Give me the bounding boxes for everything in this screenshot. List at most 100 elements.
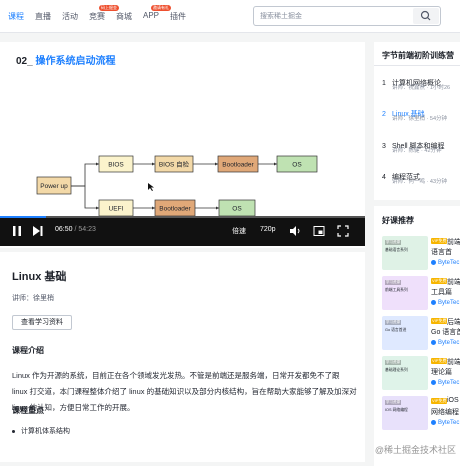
nav-item-course[interactable]: 课程	[8, 11, 24, 22]
video-player[interactable]: Power up BIOS BIOS 自检 Bootloader OS UEFI…	[0, 42, 365, 248]
picture-in-picture-icon[interactable]	[313, 225, 325, 237]
course-thumbnail: 学习资源 Go 语言首进	[382, 316, 428, 350]
search-icon	[420, 10, 431, 21]
bios-label: BIOS	[108, 162, 124, 169]
recommend-item[interactable]: 学习资源 前端工具系列 VIP免费 前端 工具篇 ByteTec	[374, 276, 460, 312]
search-box[interactable]: 搜索稀土掘金	[253, 6, 441, 26]
mouse-cursor-icon	[148, 183, 154, 191]
recommend-author: ByteTec	[431, 420, 459, 426]
thumbnail-text: Go 语言首进	[385, 328, 407, 332]
nav-item-plugin[interactable]: 插件	[170, 11, 186, 22]
nav-item-contest-label: 竞赛	[89, 12, 105, 21]
author-name: ByteTec	[438, 340, 460, 347]
thumbnail-tag: 学习资源	[385, 360, 401, 365]
course-thumbnail: 学习资源基础理论系列	[382, 356, 428, 390]
intro-text: Linux 作为开源的系统，目前正在各个领域发光发热。不管是前端还是服务端，日常…	[12, 371, 357, 412]
top-nav: 课程 直播 活动 竞赛 码上掘金 商城 APP 邀请有礼 插件 搜索稀土掘金	[0, 0, 460, 33]
thumbnail-text: 基础理论系列	[385, 368, 408, 372]
nav-item-activity[interactable]: 活动	[62, 11, 78, 22]
recommend-title: 好课推荐	[382, 216, 414, 225]
course-info: Linux 基础 讲师：徐里梢 查看学习资料 课程介绍 Linux 作为开源的系…	[0, 252, 365, 462]
chapter-item-2[interactable]: 2 Linux 基础 讲师：徐里梢 · 54分钟	[382, 103, 447, 122]
uefi-label: UEFI	[109, 206, 124, 213]
recommend-name: 前端	[447, 279, 460, 286]
author-name: ByteTec	[438, 260, 460, 267]
recommend-author: ByteTec	[431, 380, 459, 386]
bootloader-label: Bootloader	[222, 162, 254, 169]
view-materials-button[interactable]: 查看学习资料	[12, 315, 72, 330]
nav-item-live[interactable]: 直播	[35, 11, 51, 22]
thumbnail-text: 基础语言系列	[385, 248, 408, 252]
vip-badge: VIP免费	[431, 278, 448, 284]
recommend-item[interactable]: 学习资源 Go 语言首进 VIP免费 后端 Go 语言首 ByteTec	[374, 316, 460, 352]
vip-badge: VIP免费	[431, 318, 448, 324]
video-title-number: 02_	[16, 56, 33, 67]
fullscreen-icon[interactable]	[337, 225, 349, 237]
point-text: 计算机体系结构	[21, 428, 70, 435]
nav-item-app-label: APP	[143, 11, 160, 20]
next-icon[interactable]	[32, 225, 44, 237]
chapter-meta: 讲师：徐里梢 · 54分钟	[392, 116, 448, 122]
author-icon	[431, 340, 436, 345]
chapter-item-1[interactable]: 1 计算机网络概论 讲师：祝鑫焘 · 1小时26	[382, 72, 450, 91]
course-teacher: 讲师：徐里梢	[12, 295, 54, 302]
os-label: OS	[292, 162, 302, 169]
recommend-item[interactable]: 学习资源 IOS 网络编程 VIP免费 iOS 网络编程 ByteTec	[374, 396, 460, 432]
course-thumbnail: 学习资源 前端工具系列	[382, 276, 428, 310]
volume-icon[interactable]	[289, 225, 301, 237]
progress-bar[interactable]	[0, 216, 365, 218]
chapter-item-3[interactable]: 3 Shell 脚本和编程 讲师：陈健 · 42分钟	[382, 135, 445, 154]
play-pause-icon[interactable]	[12, 225, 22, 237]
nav-item-mall[interactable]: 商城	[116, 11, 132, 22]
thumbnail-tag: 学习资源	[385, 240, 401, 245]
recommend-author: ByteTec	[431, 260, 459, 266]
progress-fill	[0, 216, 46, 218]
recommend-item[interactable]: 学习资源 基础理论系列 VIP免费 前端 理论篇 ByteTec	[374, 356, 460, 392]
chapter-number: 1	[382, 80, 386, 87]
recommend-subtitle: 网络编程	[431, 409, 459, 416]
recommend-item[interactable]: 学习资源 基础语言系列 VIP免费 前端 语言首 ByteTec	[374, 236, 460, 272]
nav-item-contest[interactable]: 竞赛 码上掘金	[89, 5, 119, 22]
speed-button[interactable]: 倍速	[232, 226, 246, 236]
author-name: ByteTec	[438, 380, 460, 387]
search-input[interactable]: 搜索稀土掘金	[260, 11, 302, 21]
bootloader-label-2: Bootloader	[159, 206, 191, 213]
time-display: 06:50 / 54:23	[55, 226, 96, 233]
thumbnail-text: 前端工具系列	[385, 288, 408, 292]
search-button[interactable]	[413, 8, 439, 24]
point-item: 计算机体系结构	[12, 426, 70, 436]
recommend-subtitle: 语言首	[431, 249, 452, 256]
thumbnail-tag: 学习资源	[385, 400, 401, 405]
chapter-meta: 讲师：祝鑫焘 · 1小时26	[392, 85, 451, 91]
power-up-label: Power up	[40, 183, 68, 190]
author-icon	[431, 380, 436, 385]
recommend-name: 前端	[447, 239, 460, 246]
vip-badge: VIP免费	[431, 398, 448, 404]
author-icon	[431, 420, 436, 425]
recommend-subtitle: Go 语言首	[431, 329, 460, 336]
recommend-author: ByteTec	[431, 340, 459, 346]
chapter-number: 3	[382, 143, 386, 150]
quality-button[interactable]: 720p	[260, 226, 276, 233]
os-label-2: OS	[232, 206, 242, 213]
chapter-item-4[interactable]: 4 编程范式 讲师：何一鸣 · 43分钟	[382, 166, 447, 185]
author-icon	[431, 260, 436, 265]
bullet-dot	[12, 429, 15, 433]
course-thumbnail: 学习资源基础语言系列	[382, 236, 428, 270]
thumbnail-text: IOS 网络编程	[385, 408, 408, 412]
points-heading: 课程重点	[12, 406, 44, 415]
divider	[374, 65, 460, 66]
app-badge: 邀请有礼	[151, 5, 171, 11]
author-name: ByteTec	[438, 300, 460, 307]
bios-self-label: BIOS 自检	[159, 160, 190, 169]
time-total: 54:23	[78, 226, 96, 233]
recommend-subtitle: 理论篇	[431, 369, 452, 376]
author-icon	[431, 300, 436, 305]
chapter-meta: 讲师：陈健 · 42分钟	[392, 148, 442, 154]
recommend-name: iOS	[447, 397, 459, 404]
thumbnail-tag: 学习资源	[385, 320, 401, 325]
recommend-name: 前端	[447, 359, 460, 366]
nav-item-app[interactable]: APP 邀请有礼	[143, 5, 171, 20]
recommend-name: 后端	[447, 319, 460, 326]
chapter-number: 4	[382, 174, 386, 181]
